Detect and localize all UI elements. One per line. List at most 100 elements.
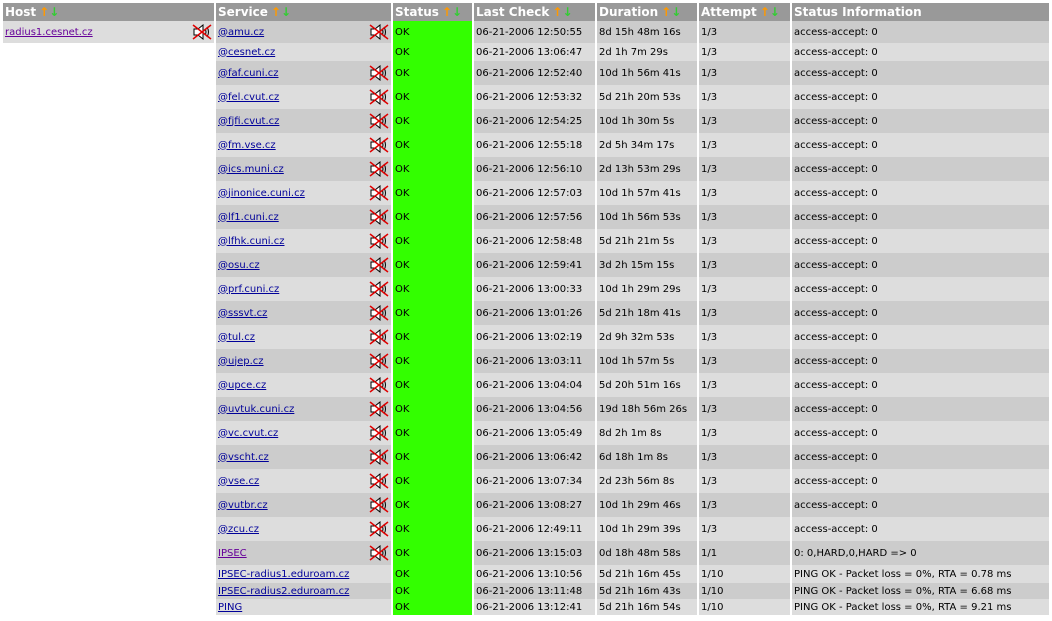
host-link[interactable]: radius1.cesnet.cz: [5, 27, 93, 38]
status-info-cell: access-accept: 0: [792, 517, 1049, 541]
service-link[interactable]: @osu.cz: [218, 260, 260, 271]
notifications-disabled-icon[interactable]: [369, 473, 389, 489]
service-link[interactable]: IPSEC-radius2.eduroam.cz: [218, 586, 349, 597]
attempt-cell: 1/3: [699, 325, 790, 349]
sort-descending-icon[interactable]: ↓: [562, 5, 572, 19]
status-badge: OK: [393, 109, 472, 133]
sort-ascending-icon[interactable]: ↑: [760, 5, 770, 19]
sort-descending-icon[interactable]: ↓: [281, 5, 291, 19]
service-link[interactable]: @vc.cvut.cz: [218, 428, 278, 439]
sort-ascending-icon[interactable]: ↑: [271, 5, 281, 19]
service-link[interactable]: @fel.cvut.cz: [218, 92, 279, 103]
sort-descending-icon[interactable]: ↓: [671, 5, 681, 19]
service-link[interactable]: @lf1.cuni.cz: [218, 212, 279, 223]
attempt-cell: 1/3: [699, 109, 790, 133]
last-check-cell: 06-21-2006 12:53:32: [474, 85, 595, 109]
status-badge: OK: [393, 21, 472, 43]
service-link[interactable]: PING: [218, 602, 242, 613]
notifications-disabled-icon[interactable]: [369, 65, 389, 81]
notifications-disabled-icon[interactable]: [369, 305, 389, 321]
duration-cell: 8d 15h 48m 16s: [597, 21, 697, 43]
table-row: radius1.cesnet.cz @amu.cz OK 06-21-2006 1…: [3, 21, 1049, 615]
service-link[interactable]: @upce.cz: [218, 380, 266, 391]
status-badge: OK: [393, 43, 472, 61]
service-link[interactable]: @prf.cuni.cz: [218, 284, 279, 295]
last-check-cell: 06-21-2006 13:02:19: [474, 325, 595, 349]
status-badge: OK: [393, 541, 472, 565]
service-cell-inner: @lf1.cuni.cz: [218, 209, 389, 225]
duration-cell: 3d 2h 15m 15s: [597, 253, 697, 277]
service-link[interactable]: @faf.cuni.cz: [218, 68, 279, 79]
service-cell: @osu.cz: [216, 253, 391, 277]
service-link[interactable]: @vscht.cz: [218, 452, 269, 463]
service-cell: @prf.cuni.cz: [216, 277, 391, 301]
duration-cell: 5d 20h 51m 16s: [597, 373, 697, 397]
column-header-label: Host: [5, 5, 37, 19]
service-link[interactable]: @ics.muni.cz: [218, 164, 284, 175]
notifications-disabled-icon[interactable]: [369, 89, 389, 105]
status-badge: OK: [393, 565, 472, 583]
notifications-disabled-icon[interactable]: [369, 521, 389, 537]
notifications-disabled-icon[interactable]: [369, 497, 389, 513]
sort-ascending-icon[interactable]: ↑: [39, 5, 49, 19]
service-link[interactable]: @sssvt.cz: [218, 308, 267, 319]
notifications-disabled-icon[interactable]: [369, 449, 389, 465]
column-header-label: Service: [218, 5, 268, 19]
status-info-cell: access-accept: 0: [792, 229, 1049, 253]
column-header-label: Last Check: [476, 5, 550, 19]
service-link[interactable]: @fjfi.cvut.cz: [218, 116, 279, 127]
notifications-disabled-icon[interactable]: [192, 24, 212, 40]
notifications-disabled-icon[interactable]: [369, 113, 389, 129]
service-link[interactable]: @cesnet.cz: [218, 47, 275, 58]
attempt-cell: 1/3: [699, 373, 790, 397]
notifications-disabled-icon[interactable]: [369, 353, 389, 369]
status-badge: OK: [393, 85, 472, 109]
service-link[interactable]: @jinonice.cuni.cz: [218, 188, 305, 199]
service-cell-inner: @faf.cuni.cz: [218, 65, 389, 81]
notifications-disabled-icon[interactable]: [369, 137, 389, 153]
attempt-cell: 1/3: [699, 301, 790, 325]
notifications-disabled-icon[interactable]: [369, 185, 389, 201]
service-link[interactable]: @ujep.cz: [218, 356, 264, 367]
attempt-cell: 1/3: [699, 43, 790, 61]
notifications-disabled-icon[interactable]: [369, 209, 389, 225]
sort-descending-icon[interactable]: ↓: [452, 5, 462, 19]
sort-ascending-icon[interactable]: ↑: [552, 5, 562, 19]
status-badge: OK: [393, 599, 472, 615]
last-check-cell: 06-21-2006 13:08:27: [474, 493, 595, 517]
service-link[interactable]: @lfhk.cuni.cz: [218, 236, 284, 247]
notifications-disabled-icon[interactable]: [369, 233, 389, 249]
service-link[interactable]: @vse.cz: [218, 476, 259, 487]
notifications-disabled-icon[interactable]: [369, 24, 389, 40]
service-link[interactable]: @vutbr.cz: [218, 500, 268, 511]
notifications-disabled-icon[interactable]: [369, 281, 389, 297]
service-link[interactable]: @uvtuk.cuni.cz: [218, 404, 294, 415]
column-header-host: Host ↑↓: [3, 3, 214, 21]
sort-descending-icon[interactable]: ↓: [49, 5, 59, 19]
service-cell: IPSEC-radius2.eduroam.cz: [216, 583, 391, 599]
notifications-disabled-icon[interactable]: [369, 161, 389, 177]
service-cell-inner: @tul.cz: [218, 329, 389, 345]
column-header-duration: Duration ↑↓: [597, 3, 697, 21]
sort-ascending-icon[interactable]: ↑: [661, 5, 671, 19]
notifications-disabled-icon[interactable]: [369, 401, 389, 417]
last-check-cell: 06-21-2006 13:11:48: [474, 583, 595, 599]
notifications-disabled-icon[interactable]: [369, 545, 389, 561]
sort-ascending-icon[interactable]: ↑: [442, 5, 452, 19]
sort-descending-icon[interactable]: ↓: [770, 5, 780, 19]
service-link[interactable]: @fm.vse.cz: [218, 140, 276, 151]
host-box: radius1.cesnet.cz: [3, 21, 214, 43]
service-link[interactable]: @zcu.cz: [218, 524, 259, 535]
duration-cell: 5d 21h 18m 41s: [597, 301, 697, 325]
notifications-disabled-icon[interactable]: [369, 425, 389, 441]
service-link[interactable]: IPSEC-radius1.eduroam.cz: [218, 569, 349, 580]
service-cell: @jinonice.cuni.cz: [216, 181, 391, 205]
notifications-disabled-icon[interactable]: [369, 377, 389, 393]
service-link[interactable]: @amu.cz: [218, 27, 264, 38]
service-cell-inner: @ujep.cz: [218, 353, 389, 369]
service-link[interactable]: IPSEC: [218, 548, 247, 559]
status-info-cell: access-accept: 0: [792, 181, 1049, 205]
service-link[interactable]: @tul.cz: [218, 332, 255, 343]
notifications-disabled-icon[interactable]: [369, 257, 389, 273]
notifications-disabled-icon[interactable]: [369, 329, 389, 345]
